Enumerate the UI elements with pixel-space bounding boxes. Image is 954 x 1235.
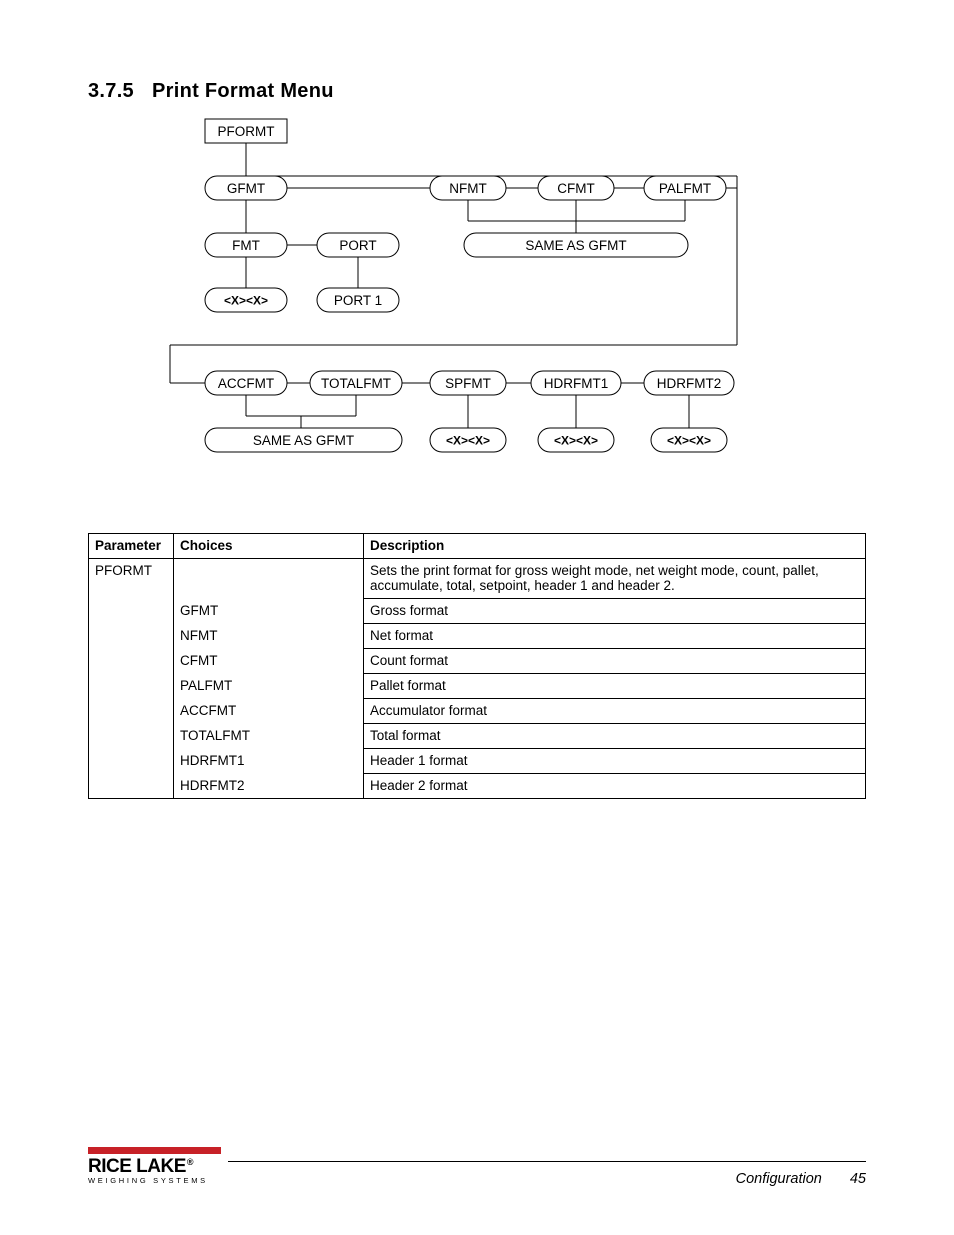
cell-description: Header 2 format <box>364 774 866 799</box>
svg-text:CFMT: CFMT <box>557 181 595 196</box>
section-number: 3.7.5 <box>88 80 134 102</box>
menu-tree-diagram: PFORMT GFMT NFMT CFMT PALFMT <box>170 115 770 475</box>
table-row: GFMT Gross format <box>89 599 866 624</box>
th-description: Description <box>364 534 866 559</box>
node-accfmt: ACCFMT <box>205 371 287 395</box>
cell-parameter <box>89 774 174 799</box>
cell-parameter <box>89 674 174 699</box>
registered-mark: ® <box>187 1157 193 1167</box>
node-fmt-leaf: <X><X> <box>205 288 287 312</box>
svg-text:SAME AS GFMT: SAME AS GFMT <box>525 238 626 253</box>
node-hdrfmt1-leaf: <X><X> <box>538 428 614 452</box>
cell-description: Accumulator format <box>364 699 866 724</box>
cell-parameter <box>89 599 174 624</box>
svg-text:HDRFMT1: HDRFMT1 <box>544 376 609 391</box>
svg-text:<X><X>: <X><X> <box>446 434 490 448</box>
cell-description: Sets the print format for gross weight m… <box>364 559 866 599</box>
table-row: TOTALFMT Total format <box>89 724 866 749</box>
cell-choices: ACCFMT <box>174 699 364 724</box>
diagram-svg: PFORMT GFMT NFMT CFMT PALFMT <box>170 115 770 475</box>
footer-rule <box>228 1161 866 1162</box>
page-footer: RICE LAKE® WEIGHING SYSTEMS Configuratio… <box>88 1147 866 1197</box>
svg-text:SAME AS GFMT: SAME AS GFMT <box>253 433 354 448</box>
cell-choices: CFMT <box>174 649 364 674</box>
cell-choices: PALFMT <box>174 674 364 699</box>
cell-description: Header 1 format <box>364 749 866 774</box>
table-row: PALFMT Pallet format <box>89 674 866 699</box>
svg-text:TOTALFMT: TOTALFMT <box>321 376 391 391</box>
table-row: CFMT Count format <box>89 649 866 674</box>
node-palfmt: PALFMT <box>644 176 726 200</box>
table-header-row: Parameter Choices Description <box>89 534 866 559</box>
cell-description: Net format <box>364 624 866 649</box>
node-pformt-label: PFORMT <box>218 124 275 139</box>
cell-description: Count format <box>364 649 866 674</box>
node-hdrfmt2: HDRFMT2 <box>644 371 734 395</box>
table-row: PFORMT Sets the print format for gross w… <box>89 559 866 599</box>
cell-choices: HDRFMT1 <box>174 749 364 774</box>
th-choices: Choices <box>174 534 364 559</box>
cell-parameter <box>89 624 174 649</box>
page-number-block: Configuration 45 <box>736 1171 866 1187</box>
cell-choices: GFMT <box>174 599 364 624</box>
node-spfmt-leaf: <X><X> <box>430 428 506 452</box>
cell-choices: NFMT <box>174 624 364 649</box>
svg-text:<X><X>: <X><X> <box>667 434 711 448</box>
node-port: PORT <box>317 233 399 257</box>
svg-text:<X><X>: <X><X> <box>224 294 268 308</box>
cell-description: Gross format <box>364 599 866 624</box>
node-cfmt: CFMT <box>538 176 614 200</box>
cell-description: Total format <box>364 724 866 749</box>
svg-text:GFMT: GFMT <box>227 181 265 196</box>
svg-text:PORT: PORT <box>339 238 376 253</box>
node-spfmt: SPFMT <box>430 371 506 395</box>
node-nfmt: NFMT <box>430 176 506 200</box>
cell-parameter <box>89 724 174 749</box>
svg-text:<X><X>: <X><X> <box>554 434 598 448</box>
svg-text:NFMT: NFMT <box>449 181 487 196</box>
brand-redbar <box>88 1147 221 1154</box>
svg-text:SPFMT: SPFMT <box>445 376 491 391</box>
svg-text:HDRFMT2: HDRFMT2 <box>657 376 722 391</box>
node-same-as-gfmt-2: SAME AS GFMT <box>205 428 402 452</box>
cell-description: Pallet format <box>364 674 866 699</box>
node-fmt: FMT <box>205 233 287 257</box>
svg-text:PALFMT: PALFMT <box>659 181 711 196</box>
svg-text:PORT 1: PORT 1 <box>334 293 382 308</box>
table-row: NFMT Net format <box>89 624 866 649</box>
node-port-leaf: PORT 1 <box>317 288 399 312</box>
footer-page-number: 45 <box>850 1171 866 1187</box>
node-hdrfmt1: HDRFMT1 <box>531 371 621 395</box>
cell-parameter <box>89 749 174 774</box>
table-row: HDRFMT1 Header 1 format <box>89 749 866 774</box>
cell-choices: TOTALFMT <box>174 724 364 749</box>
section-heading: 3.7.5 Print Format Menu <box>88 80 334 103</box>
node-gfmt: GFMT <box>205 176 287 200</box>
cell-parameter <box>89 649 174 674</box>
node-hdrfmt2-leaf: <X><X> <box>651 428 727 452</box>
svg-text:ACCFMT: ACCFMT <box>218 376 274 391</box>
cell-parameter <box>89 699 174 724</box>
node-totalfmt: TOTALFMT <box>310 371 402 395</box>
cell-choices <box>174 559 364 599</box>
svg-text:FMT: FMT <box>232 238 260 253</box>
th-parameter: Parameter <box>89 534 174 559</box>
parameter-table: Parameter Choices Description PFORMT Set… <box>88 533 866 799</box>
footer-section: Configuration <box>736 1171 822 1187</box>
cell-choices: HDRFMT2 <box>174 774 364 799</box>
cell-parameter: PFORMT <box>89 559 174 599</box>
section-title-text: Print Format Menu <box>152 80 334 102</box>
table-row: HDRFMT2 Header 2 format <box>89 774 866 799</box>
node-same-as-gfmt-1: SAME AS GFMT <box>464 233 688 257</box>
table-row: ACCFMT Accumulator format <box>89 699 866 724</box>
